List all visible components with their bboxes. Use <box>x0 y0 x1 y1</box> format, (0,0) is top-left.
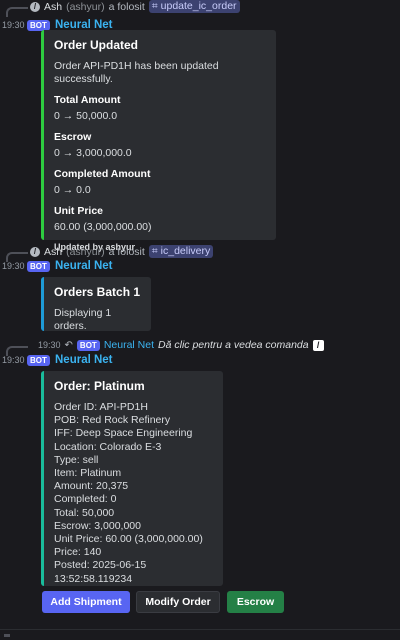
bot-badge: BOT <box>27 260 50 272</box>
detail-line: Completed: 0 <box>54 493 117 506</box>
detail-line: Type: sell <box>54 453 99 466</box>
embed-description: Order API-PD1H has been updated successf… <box>54 60 219 85</box>
detail-line: Price: 140 <box>54 546 102 559</box>
reply-header[interactable]: 19:30 ↶ BOT Neural Net Dă clic pentru a … <box>0 339 400 356</box>
message-order-updated: / Ash (ashyur) a folosit ⌗ update_ic_ord… <box>0 0 400 32</box>
bot-badge: BOT <box>27 19 50 31</box>
field-name: Completed Amount <box>54 168 151 180</box>
reply-header[interactable]: / Ash (ashyur) a folosit ⌗ update_ic_ord… <box>0 0 400 17</box>
embed-order-platinum: Order: Platinum Order ID: API-PD1H POB: … <box>41 371 223 586</box>
field-value: 0 → 50,000.0 <box>54 110 118 122</box>
field-escrow: Escrow 0 → 3,000,000.0 <box>54 131 266 160</box>
command-pill[interactable]: ⌗ ic_delivery <box>148 245 214 258</box>
field-completed-amount: Completed Amount 0 → 0.0 <box>54 168 266 197</box>
reply-action: a folosit <box>108 245 145 258</box>
detail-line: Order ID: API-PD1H <box>54 401 148 413</box>
command-pill[interactable]: ⌗ update_ic_order <box>148 0 240 13</box>
field-value: 60.00 (3,000,000.00) <box>54 221 152 233</box>
field-value: 0 → 3,000,000.0 <box>54 147 132 159</box>
bot-badge: BOT <box>27 354 50 366</box>
embed-orders-batch: Orders Batch 1 Displaying 1 orders. <box>41 277 151 332</box>
detail-line: Posted: 2025-06-15 13:52:58.119234 <box>54 559 147 585</box>
field-unit-price: Unit Price 60.00 (3,000,000.00) <box>54 205 266 234</box>
embed-title: Orders Batch 1 <box>54 285 141 299</box>
detail-line: Unit Price: 60.00 (3,000,000.00) <box>54 533 203 546</box>
detail-line: IFF: Deep Space Engineering <box>54 427 193 440</box>
reply-user[interactable]: Ash <box>44 246 62 258</box>
author-name[interactable]: Neural Net <box>55 354 113 366</box>
detail-line: POB: Red Rock Refinery <box>54 414 171 427</box>
field-name: Unit Price <box>54 205 104 217</box>
detail-line: Location: Colorado E-3 <box>54 440 162 453</box>
message-orders-batch: / Ash (ashyur) a folosit ⌗ ic_delivery 1… <box>0 245 400 273</box>
reply-header[interactable]: / Ash (ashyur) a folosit ⌗ ic_delivery <box>0 245 400 262</box>
slash-command-icon: / <box>30 1 40 12</box>
timestamp: 19:30 <box>2 261 25 271</box>
field-value: 0 → 0.0 <box>54 184 91 196</box>
reply-line <box>6 7 28 17</box>
modify-order-button[interactable]: Modify Order <box>136 591 220 613</box>
author-name[interactable]: Neural Net <box>55 260 113 272</box>
reply-author[interactable]: Neural Net <box>104 339 154 351</box>
message-order-details: 19:30 ↶ BOT Neural Net Dă clic pentru a … <box>0 339 400 367</box>
embed-title: Order Updated <box>54 38 139 52</box>
reply-handle: (ashyur) <box>66 245 105 258</box>
reply-user[interactable]: Ash <box>44 1 62 13</box>
reply-action: a folosit <box>108 0 145 13</box>
detail-line: Escrow: 3,000,000 <box>54 519 141 532</box>
timestamp: 19:30 <box>2 20 25 30</box>
order-details: Order ID: API-PD1H POB: Red Rock Refiner… <box>54 401 213 586</box>
slash-command-icon: / <box>30 246 40 257</box>
embed-title: Order: Platinum <box>54 379 145 393</box>
timestamp: 19:30 <box>2 355 25 365</box>
escrow-button[interactable]: Escrow <box>227 591 284 613</box>
field-name: Total Amount <box>54 94 121 106</box>
detail-line: Item: Platinum <box>54 467 122 480</box>
reply-text: Dă clic pentru a vedea comanda <box>158 339 309 351</box>
detail-line: Total: 50,000 <box>54 506 115 519</box>
reply-handle: (ashyur) <box>66 0 105 13</box>
embed-description: Displaying 1 orders. <box>54 307 112 332</box>
embed-order-updated: Order Updated Order API-PD1H has been up… <box>41 30 276 252</box>
scroll-marker <box>4 634 10 637</box>
bottom-divider <box>0 629 400 640</box>
reply-arrow-icon: ↶ <box>64 339 73 351</box>
field-total-amount: Total Amount 0 → 50,000.0 <box>54 94 266 123</box>
field-name: Escrow <box>54 131 92 143</box>
add-shipment-button[interactable]: Add Shipment <box>42 591 130 613</box>
reply-timestamp: 19:30 <box>38 340 61 350</box>
slash-command-icon: / <box>312 339 324 351</box>
bot-badge: BOT <box>76 339 100 351</box>
detail-line: Amount: 20,375 <box>54 480 129 493</box>
